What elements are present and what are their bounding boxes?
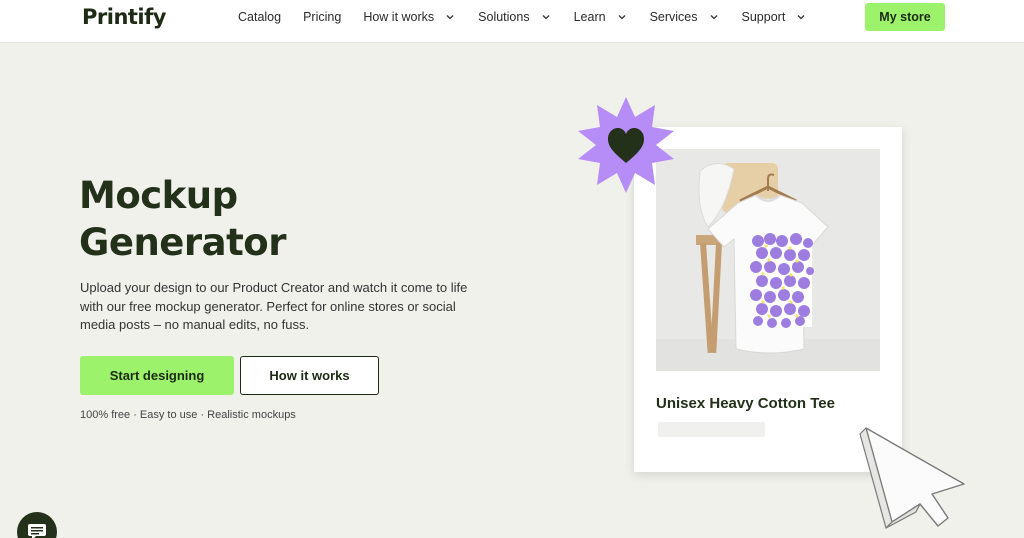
nav-solutions[interactable]: Solutions bbox=[478, 10, 551, 24]
nav-how-it-works[interactable]: How it works bbox=[363, 10, 456, 24]
heart-icon bbox=[578, 97, 674, 193]
page-title: Mockup Generator bbox=[79, 172, 286, 266]
nav-catalog-label: Catalog bbox=[238, 10, 282, 24]
nav-learn[interactable]: Learn bbox=[574, 10, 628, 24]
nav-support-label: Support bbox=[741, 10, 786, 24]
chevron-down-icon bbox=[542, 15, 550, 20]
nav-services-label: Services bbox=[649, 10, 698, 24]
nav-support[interactable]: Support bbox=[742, 10, 808, 24]
start-designing-button[interactable]: Start designing bbox=[80, 356, 234, 395]
nav-pricing[interactable]: Pricing bbox=[303, 10, 341, 24]
product-name: Unisex Heavy Cotton Tee bbox=[656, 395, 835, 412]
chevron-down-icon bbox=[797, 15, 805, 20]
tshirt-mockup-illustration bbox=[656, 149, 880, 371]
price-placeholder bbox=[658, 422, 765, 437]
nav-services[interactable]: Services bbox=[650, 10, 720, 24]
chevron-down-icon bbox=[618, 15, 626, 20]
cursor-arrow-icon bbox=[859, 427, 965, 529]
my-store-button[interactable]: My store bbox=[865, 3, 945, 31]
title-line-1: Mockup bbox=[79, 174, 238, 217]
how-it-works-button[interactable]: How it works bbox=[240, 356, 379, 395]
nav-solutions-label: Solutions bbox=[478, 10, 530, 24]
title-line-2: Generator bbox=[79, 221, 286, 264]
top-nav: Printify Catalog Pricing How it works So… bbox=[0, 0, 1024, 43]
chat-button[interactable] bbox=[17, 512, 57, 538]
nav-catalog[interactable]: Catalog bbox=[238, 10, 281, 24]
hero-description: Upload your design to our Product Creato… bbox=[80, 280, 468, 332]
nav-pricing-label: Pricing bbox=[303, 10, 342, 24]
nav-learn-label: Learn bbox=[573, 10, 606, 24]
product-image bbox=[656, 149, 880, 371]
chat-icon bbox=[28, 524, 46, 538]
chevron-down-icon bbox=[710, 15, 717, 20]
feature-list: 100% free · Easy to use · Realistic mock… bbox=[80, 409, 296, 421]
main-nav: Catalog Pricing How it works Solutions L… bbox=[238, 0, 829, 34]
chevron-down-icon bbox=[446, 15, 454, 20]
nav-how-it-works-label: How it works bbox=[363, 10, 435, 24]
printify-logo[interactable]: Printify bbox=[82, 5, 166, 29]
